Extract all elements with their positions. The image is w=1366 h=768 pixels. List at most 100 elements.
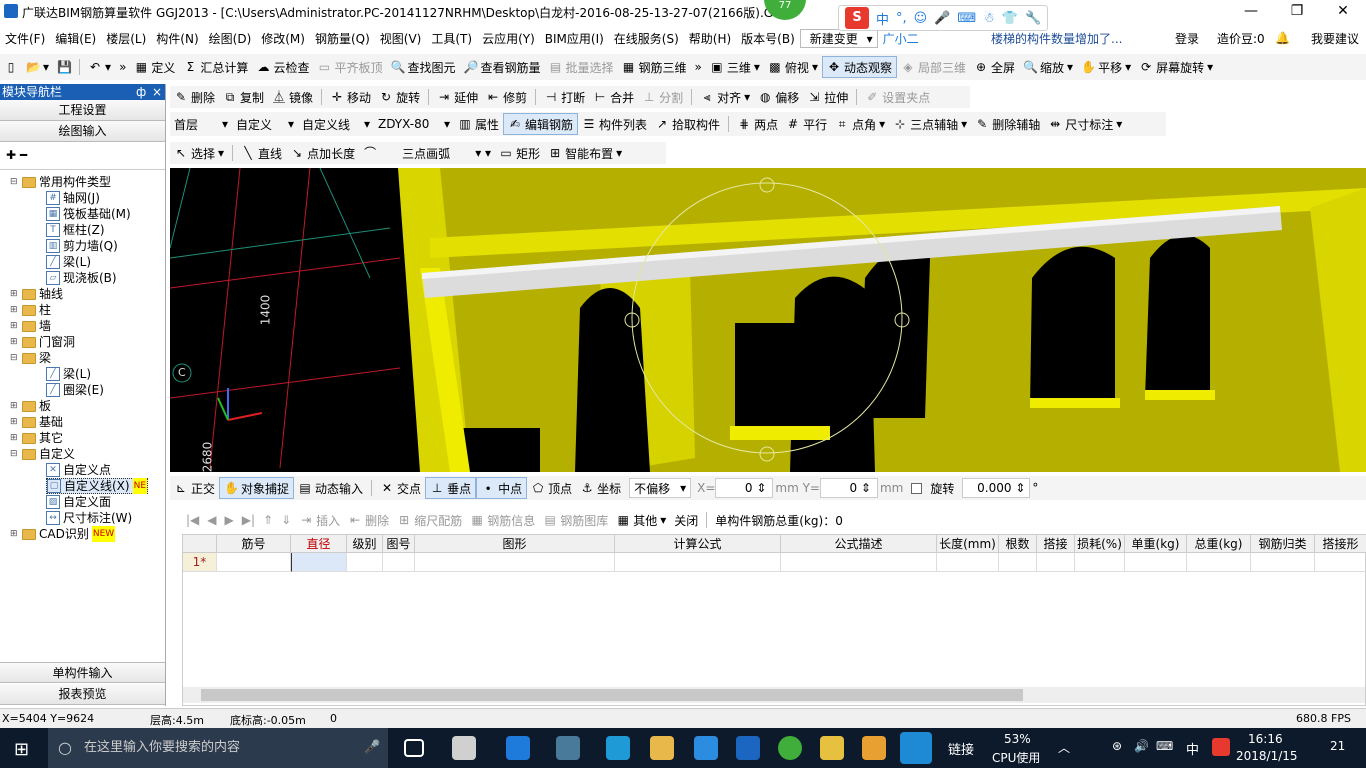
shirt-icon[interactable]: 👕: [1002, 11, 1018, 26]
category-select[interactable]: 自定义 ▾: [232, 114, 298, 134]
perpendicular-toggle[interactable]: ⊥ 垂点: [425, 477, 477, 499]
expand-icon[interactable]: ⊞: [10, 433, 19, 443]
tree-item[interactable]: ▱ 现浇板(B): [46, 270, 117, 286]
tree-item[interactable]: ⊞ 板: [10, 398, 51, 414]
select-button[interactable]: ↖ 选择 ▾: [170, 142, 228, 164]
merge-button[interactable]: ⊢ 合并: [589, 86, 638, 108]
zoom-button[interactable]: 🔍 缩放 ▾: [1019, 56, 1077, 78]
table-cell[interactable]: [1315, 553, 1366, 572]
delete-row-button[interactable]: ⇤ 删除: [344, 509, 393, 531]
align-slab-button[interactable]: ▭ 平齐板顶: [313, 56, 386, 78]
insert-row-button[interactable]: ⇥ 插入: [295, 509, 344, 531]
tree-item[interactable]: ⊟ 常用构件类型: [10, 174, 111, 190]
tree-item[interactable]: ▨ 自定义面: [46, 494, 111, 510]
menu-component[interactable]: 构件(N): [151, 30, 203, 47]
tree-item[interactable]: ↔ 尺寸标注(W): [46, 510, 132, 526]
intersect-toggle[interactable]: ✕ 交点: [376, 477, 425, 499]
dimension-button[interactable]: ⇹ 尺寸标注 ▾: [1044, 113, 1126, 135]
dynamic-input-toggle[interactable]: ▤ 动态输入: [294, 477, 367, 499]
sum-calc-button[interactable]: Σ 汇总计算: [179, 56, 252, 78]
glodon-icon[interactable]: [736, 736, 760, 760]
login-button[interactable]: 登录: [1170, 30, 1204, 47]
parallel-button[interactable]: # 平行: [782, 113, 831, 135]
row-index[interactable]: 1*: [183, 553, 217, 572]
offset-select[interactable]: 不偏移 ▾: [629, 478, 692, 498]
app-icon-fan[interactable]: [452, 736, 476, 760]
table-cell[interactable]: [1251, 553, 1315, 572]
point-length-button[interactable]: ↘ 点加长度: [286, 142, 359, 164]
ime-punct[interactable]: °,: [896, 11, 907, 26]
local-3d-button[interactable]: ◈ 局部三维: [897, 56, 970, 78]
tree-item[interactable]: T 框柱(Z): [46, 222, 105, 238]
find-element-button[interactable]: 🔍 查找图元: [386, 56, 459, 78]
table-cell[interactable]: [937, 553, 999, 572]
type-select[interactable]: 自定义线 ▾: [298, 114, 374, 134]
trim-button[interactable]: ⇤ 修剪: [482, 86, 531, 108]
floor-select[interactable]: 首层 ▾: [170, 114, 232, 134]
table-cell[interactable]: [1075, 553, 1125, 572]
define-button[interactable]: ▦ 定义: [130, 56, 179, 78]
header-cell[interactable]: 长度(mm): [937, 535, 999, 553]
coordinate-toggle[interactable]: ⚓ 坐标: [576, 477, 625, 499]
header-cell[interactable]: 计算公式: [615, 535, 781, 553]
header-cell[interactable]: 搭接形: [1315, 535, 1366, 553]
menu-view[interactable]: 视图(V): [375, 30, 427, 47]
menu-rebar[interactable]: 钢筋量(Q): [310, 30, 375, 47]
ime-toolbar[interactable]: S 中 °, ☺ 🎤 ⌨ ☃ 👕 🔧: [838, 5, 1049, 31]
header-cell[interactable]: 图号: [383, 535, 415, 553]
horizontal-scrollbar[interactable]: [183, 687, 1365, 703]
header-cell[interactable]: 单重(kg): [1125, 535, 1187, 553]
offset-button[interactable]: ◍ 偏移: [754, 86, 803, 108]
open-icon[interactable]: 📂 ▾: [22, 56, 53, 78]
tree-item[interactable]: ╱ 圈梁(E): [46, 382, 104, 398]
rebar-library-button[interactable]: ▤ 钢筋图库: [539, 509, 612, 531]
cloud-check-button[interactable]: ☁ 云检查: [252, 56, 313, 78]
collapse-all-icon[interactable]: ━: [20, 148, 27, 162]
header-cell[interactable]: 公式描述: [781, 535, 937, 553]
move-down-icon[interactable]: ⇓: [277, 509, 295, 531]
clock-time[interactable]: 16:16: [1248, 732, 1283, 746]
notice-link[interactable]: 楼梯的构件数量增加了...: [986, 30, 1127, 47]
app-icon-question[interactable]: [820, 736, 844, 760]
nav-close-icon[interactable]: ×: [152, 84, 162, 100]
move-up-icon[interactable]: ⇑: [259, 509, 277, 531]
edit-rebar-button[interactable]: ✍ 编辑钢筋: [503, 113, 579, 135]
code-select[interactable]: ZDYX-80 ▾: [374, 114, 454, 134]
save-icon[interactable]: 💾: [53, 56, 75, 78]
volume-icon[interactable]: 🔊: [1134, 739, 1149, 753]
dynamic-view-button[interactable]: ✥ 动态观察: [821, 56, 897, 78]
file-explorer-icon[interactable]: [650, 736, 674, 760]
tree-item[interactable]: ⊞ 轴线: [10, 286, 63, 302]
project-settings-button[interactable]: 工程设置: [0, 100, 165, 121]
table-cell[interactable]: [615, 553, 781, 572]
sogou-tray-icon[interactable]: [1212, 738, 1230, 756]
mic-icon[interactable]: 🎤: [934, 11, 950, 26]
pan-button[interactable]: ✋ 平移 ▾: [1077, 56, 1135, 78]
expand-icon[interactable]: ⊞: [10, 321, 19, 331]
rectangle-button[interactable]: ▭ 矩形: [495, 142, 544, 164]
menu-version[interactable]: 版本号(B): [736, 30, 800, 47]
user-icon[interactable]: ☃: [983, 11, 995, 26]
next-record-icon[interactable]: ▶: [221, 509, 238, 531]
menu-bim[interactable]: BIM应用(I): [540, 30, 609, 47]
y-input[interactable]: 0 ⇕: [819, 478, 878, 498]
tree-item[interactable]: ▥ 剪力墙(Q): [46, 238, 118, 254]
tree-item[interactable]: ⊞ 基础: [10, 414, 63, 430]
prev-record-icon[interactable]: ◀: [203, 509, 220, 531]
ime-mode[interactable]: 中: [876, 9, 889, 28]
header-cell[interactable]: 直径(mm): [291, 535, 347, 569]
tree-item[interactable]: ▦ 筏板基础(M): [46, 206, 131, 222]
app-icon-active[interactable]: [900, 732, 932, 764]
rotation-input[interactable]: 0.000 ⇕: [962, 478, 1031, 498]
menu-edit[interactable]: 编辑(E): [50, 30, 101, 47]
two-points-button[interactable]: ⋕ 两点: [733, 113, 782, 135]
report-preview-button[interactable]: 报表预览: [0, 684, 165, 705]
wrench-icon[interactable]: 🔧: [1025, 11, 1041, 26]
batch-select-button[interactable]: ▤ 批量选择: [545, 56, 618, 78]
menu-tools[interactable]: 工具(T): [426, 30, 477, 47]
break-button[interactable]: ⊣ 打断: [540, 86, 589, 108]
pin-icon[interactable]: ф: [136, 84, 146, 100]
tree-item[interactable]: ⊞ 门窗洞: [10, 334, 75, 350]
smart-layout-button[interactable]: ⊞ 智能布置 ▾: [544, 142, 626, 164]
scale-rebar-button[interactable]: ⊞ 缩尺配筋: [393, 509, 466, 531]
